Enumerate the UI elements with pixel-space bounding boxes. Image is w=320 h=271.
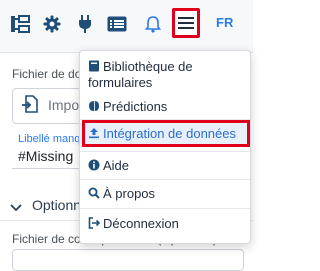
mandatory-label: Libellé manq [18,133,81,145]
menu-item-help[interactable]: Aide [80,158,250,174]
hierarchy-icon[interactable] [8,12,32,36]
menu-item-label: Prédictions [103,99,168,114]
top-toolbar: FR [0,0,253,53]
language-switch[interactable]: FR [216,15,233,30]
brain-icon [88,100,100,112]
info-icon [88,159,100,171]
menu-item-about[interactable]: À propos [80,186,250,202]
correspondence-file-input[interactable] [12,249,244,271]
gear-icon[interactable] [40,12,64,36]
menu-item-label: À propos [103,186,156,201]
hamburger-menu-button[interactable] [172,8,200,38]
search-icon [88,187,100,199]
bell-icon[interactable] [141,12,165,36]
menu-separator [80,208,250,209]
menu-item-label: Bibliothèque de [103,59,193,74]
menu-item-label-cont: formulaires [88,75,153,90]
menu-separator [80,179,250,180]
menu-item-logout[interactable]: Déconnexion [80,216,250,232]
menu-item-predictions[interactable]: Prédictions [80,99,250,115]
hamburger-menu-icon [178,17,194,29]
menu-item-form-library[interactable]: Bibliothèque de formulaires [80,59,250,91]
file-import-icon [22,95,38,118]
menu-separator [80,151,250,152]
list-card-icon[interactable] [105,12,129,36]
chevron-down-icon[interactable] [10,199,22,217]
highlight-box [82,120,250,147]
plug-icon[interactable] [73,12,97,36]
menu-item-label: Déconnexion [103,216,179,231]
logout-icon [88,217,101,229]
main-menu-dropdown: Bibliothèque de formulaires Prédictions … [79,50,251,244]
book-icon [88,60,100,72]
menu-item-label: Aide [103,158,130,173]
missing-value-field[interactable]: #Missing [18,148,73,164]
